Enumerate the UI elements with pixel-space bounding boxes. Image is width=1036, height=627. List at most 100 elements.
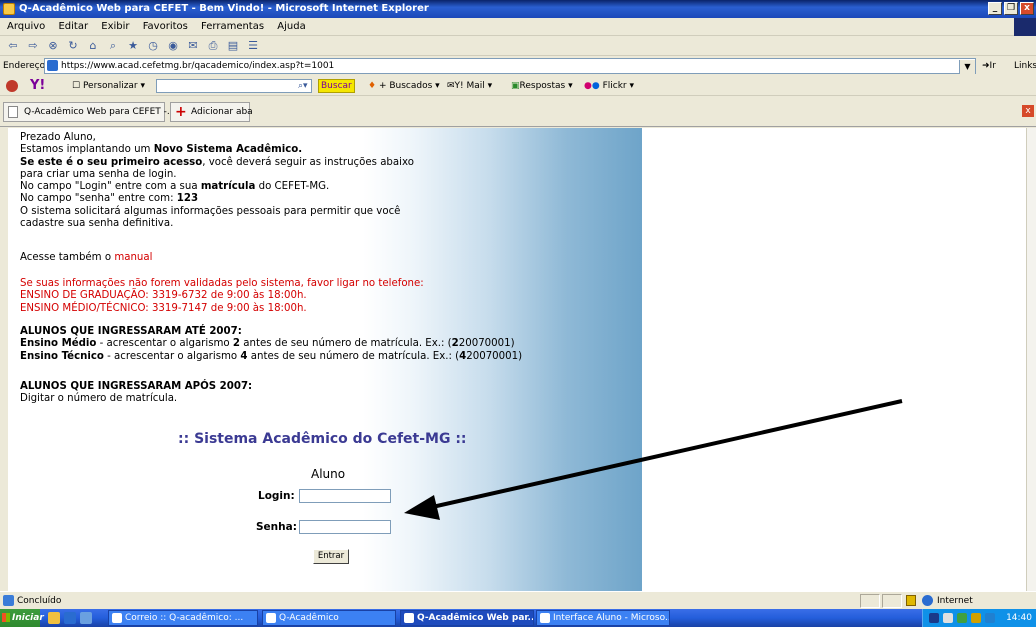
flickr-dot2-icon: ● [591, 81, 600, 91]
flickr-button[interactable]: ●● Flickr ▾ [584, 76, 634, 96]
tray-network-icon[interactable] [957, 613, 967, 623]
personalizar-checkbox[interactable]: ☐ Personalizar ▾ [72, 76, 145, 96]
taskbar-label: Interface Aluno - Microso... [553, 613, 670, 623]
page-icon [8, 106, 18, 118]
vertical-scrollbar[interactable] [1026, 128, 1036, 591]
clock: 14:40 [1006, 613, 1032, 623]
respostas-button[interactable]: ▣Respostas ▾ [511, 76, 573, 96]
arrow-shaft [427, 399, 903, 510]
back-icon[interactable]: ⇦ [6, 39, 20, 53]
search-icon[interactable]: ⌕ [106, 39, 120, 53]
status-segment [882, 594, 902, 608]
mail-icon[interactable]: ✉ [186, 39, 200, 53]
mail-envelope-icon: ✉ [447, 81, 455, 91]
maximize-button[interactable]: ❒ [1004, 2, 1018, 15]
taskbar-button-interface-aluno[interactable]: Interface Aluno - Microso... [536, 610, 670, 626]
history-icon[interactable]: ◷ [146, 39, 160, 53]
tab-add[interactable]: + Adicionar aba [170, 102, 253, 122]
tray-app-icon[interactable] [929, 613, 939, 623]
plus-icon: + [175, 104, 187, 120]
menu-favoritos[interactable]: Favoritos [143, 21, 188, 32]
go-label: Ir [989, 61, 996, 71]
edit-icon[interactable]: ▤ [226, 39, 240, 53]
windows-logo-icon [1014, 18, 1036, 36]
discuss-icon[interactable]: ☰ [246, 39, 260, 53]
status-segment [860, 594, 880, 608]
taskbar-button-qacademico-web[interactable]: Q-Acadêmico Web par... [400, 610, 534, 626]
stop-icon[interactable]: ⊗ [46, 39, 60, 53]
buscados-button[interactable]: ♦ + Buscados ▾ [368, 76, 440, 96]
taskbar-button-correio[interactable]: Correio :: Q-acadêmico: ... [108, 610, 258, 626]
start-button[interactable]: Iniciar [0, 609, 44, 627]
favorites-icon[interactable]: ★ [126, 39, 140, 53]
status-bar: Concluído Internet [0, 591, 1036, 609]
tab-add-label: Adicionar aba [191, 107, 253, 117]
go-button[interactable]: ➜Ir [982, 57, 996, 75]
window-title: Q-Acadêmico Web para CEFET - Bem Vindo! … [19, 3, 429, 14]
page-icon [47, 60, 58, 71]
search-magnifier-icon[interactable]: ⌕▾ [298, 76, 308, 96]
menu-editar[interactable]: Editar [58, 21, 88, 32]
title-bar[interactable]: Q-Acadêmico Web para CEFET - Bem Vindo! … [0, 0, 1036, 18]
taskbar-label: Correio :: Q-acadêmico: ... [125, 613, 244, 623]
ie-page-icon [3, 595, 14, 606]
security-zone: Internet [937, 596, 973, 606]
menu-ajuda[interactable]: Ajuda [277, 21, 305, 32]
links-button[interactable]: Links [1014, 57, 1036, 75]
menu-exibir[interactable]: Exibir [101, 21, 129, 32]
respostas-label: Respostas [519, 81, 566, 91]
lock-icon [906, 595, 916, 606]
system-tray: 14:40 [922, 609, 1036, 627]
show-desktop-icon[interactable] [48, 612, 60, 624]
yahoo-logo[interactable]: Y! [30, 78, 45, 94]
close-tab-icon[interactable]: x [1022, 105, 1034, 117]
tab-bar: Q-Acadêmico Web para CEFET -... + Adicio… [0, 97, 1036, 127]
taskbar-label: Q-Acadêmico Web par... [417, 613, 534, 623]
media-icon[interactable]: ◉ [166, 39, 180, 53]
print-icon[interactable]: ⎙ [206, 39, 220, 53]
respostas-icon: ▣ [511, 81, 520, 91]
flickr-label: Flickr [602, 81, 627, 91]
ie-window-icon [266, 613, 276, 623]
menu-bar: Arquivo Editar Exibir Favoritos Ferramen… [0, 18, 1036, 36]
page-content: Prezado Aluno, Estamos implantando um No… [8, 128, 1026, 591]
tab-label: Q-Acadêmico Web para CEFET -... [24, 107, 176, 117]
close-button[interactable]: x [1020, 2, 1034, 15]
buscar-button[interactable]: Buscar [318, 79, 355, 93]
ie-icon [3, 3, 15, 15]
tray-volume-icon[interactable] [943, 613, 953, 623]
minimize-button[interactable]: _ [988, 2, 1002, 15]
tab-qacademico[interactable]: Q-Acadêmico Web para CEFET -... [3, 102, 176, 122]
buscados-label: + Buscados [378, 81, 433, 91]
ymail-button[interactable]: ✉Y! Mail ▾ [447, 76, 492, 96]
forward-icon[interactable]: ⇨ [26, 39, 40, 53]
address-input[interactable]: https://www.acad.cefetmg.br/qacademico/i… [44, 58, 976, 74]
home-icon[interactable]: ⌂ [86, 39, 100, 53]
yahoo-search-input[interactable] [156, 79, 312, 93]
outlook-quicklaunch-icon[interactable] [80, 612, 92, 624]
menu-ferramentas[interactable]: Ferramentas [201, 21, 264, 32]
annotation-arrow [404, 399, 903, 520]
address-label: Endereço [3, 61, 46, 71]
personalizar-label: Personalizar [82, 81, 138, 91]
flickr-dots-icon: ● [584, 81, 592, 91]
tray-messenger-icon[interactable] [985, 613, 995, 623]
internet-globe-icon [922, 595, 933, 606]
yahoo-app-icon[interactable] [6, 80, 18, 92]
tray-security-icon[interactable] [971, 613, 981, 623]
word-window-icon [540, 613, 550, 623]
ymail-label: Y! Mail [454, 81, 485, 91]
ie-window-icon [404, 613, 414, 623]
standard-toolbar: ⇦ ⇨ ⊗ ↻ ⌂ ⌕ ★ ◷ ◉ ✉ ⎙ ▤ ☰ [0, 36, 1036, 56]
refresh-icon[interactable]: ↻ [66, 39, 80, 53]
taskbar-label: Q-Acadêmico [279, 613, 339, 623]
menu-arquivo[interactable]: Arquivo [7, 21, 45, 32]
windows-flag-icon [2, 613, 10, 622]
ie-quicklaunch-icon[interactable] [64, 612, 76, 624]
window-controls: _ ❒ x [988, 2, 1034, 15]
address-dropdown-icon[interactable]: ▼ [959, 60, 975, 74]
start-label: Iniciar [12, 613, 44, 623]
address-url: https://www.acad.cefetmg.br/qacademico/i… [61, 61, 335, 71]
taskbar-button-qacademico[interactable]: Q-Acadêmico [262, 610, 396, 626]
flame-icon: ♦ [368, 81, 377, 91]
